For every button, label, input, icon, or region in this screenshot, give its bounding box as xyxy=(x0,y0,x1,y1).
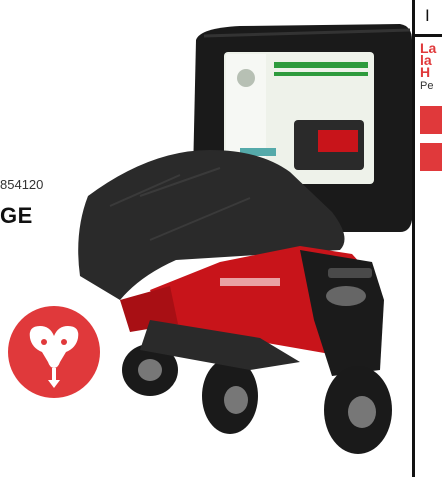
red-button-1[interactable] xyxy=(420,106,442,134)
red-button-2[interactable] xyxy=(420,143,442,171)
header-letter: I xyxy=(425,6,430,25)
right-column: I La la H Pe xyxy=(412,0,442,477)
right-column-header: I xyxy=(415,0,442,37)
red-line-3: H xyxy=(420,64,431,80)
brand-badge xyxy=(8,306,100,398)
right-column-red-text: La la H xyxy=(420,41,436,80)
right-column-subtext: Pe xyxy=(420,80,434,92)
